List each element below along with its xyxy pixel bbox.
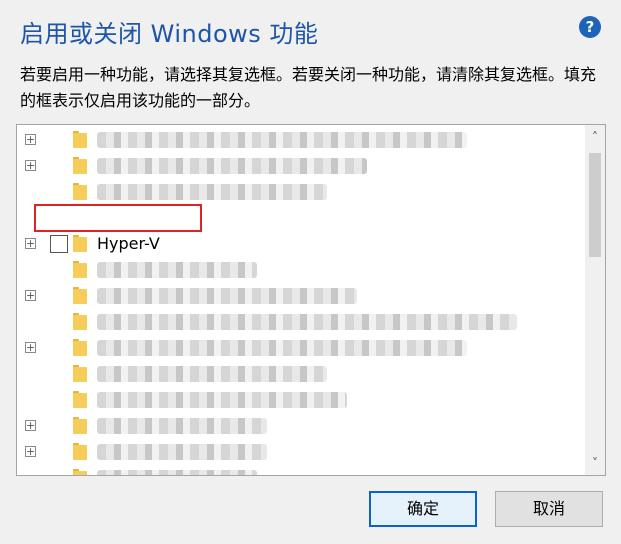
cancel-button[interactable]: 取消 <box>495 491 603 527</box>
hyper-v-highlight-box <box>34 204 202 232</box>
feature-row[interactable]: + <box>17 127 585 153</box>
redacted-feature-label <box>97 314 517 330</box>
folder-icon <box>73 183 87 200</box>
folder-icon <box>73 261 87 278</box>
feature-row[interactable]: + <box>17 283 585 309</box>
expand-icon[interactable]: + <box>25 342 36 353</box>
dialog-description: 若要启用一种功能，请选择其复选框。若要关闭一种功能，请清除其复选框。填充的框表示… <box>20 65 597 110</box>
feature-checkbox[interactable] <box>50 235 68 253</box>
redacted-feature-label <box>97 184 327 200</box>
redacted-feature-label <box>97 288 357 304</box>
expand-icon[interactable]: + <box>25 446 36 457</box>
redacted-feature-label <box>97 262 257 278</box>
feature-list[interactable]: + + + Hyper-V + + + + ˄ ˅ <box>16 124 606 476</box>
redacted-feature-label <box>97 132 467 148</box>
feature-rows: + + + Hyper-V + + + + <box>17 125 585 475</box>
help-icon[interactable]: ? <box>579 16 601 38</box>
scrollbar[interactable]: ˄ ˅ <box>585 125 605 475</box>
folder-icon <box>73 339 87 356</box>
redacted-feature-label <box>97 444 267 460</box>
folder-icon <box>73 157 87 174</box>
folder-icon <box>73 313 87 330</box>
expand-icon[interactable]: + <box>25 134 36 145</box>
chevron-up-icon[interactable]: ˄ <box>585 127 605 147</box>
ok-button[interactable]: 确定 <box>369 491 477 527</box>
folder-icon <box>73 469 87 475</box>
redacted-feature-label <box>97 392 347 408</box>
feature-row[interactable] <box>17 465 585 475</box>
folder-icon <box>73 391 87 408</box>
redacted-feature-label <box>97 366 327 382</box>
feature-row[interactable] <box>17 257 585 283</box>
feature-row[interactable] <box>17 387 585 413</box>
feature-row[interactable]: + Hyper-V <box>17 231 585 257</box>
feature-row[interactable] <box>17 361 585 387</box>
chevron-down-icon[interactable]: ˅ <box>585 453 605 473</box>
expand-icon[interactable]: + <box>25 420 36 431</box>
dialog-title: 启用或关闭 Windows 功能 <box>20 20 319 48</box>
redacted-feature-label <box>97 418 267 434</box>
feature-row[interactable] <box>17 179 585 205</box>
expand-icon[interactable]: + <box>25 238 36 249</box>
folder-icon <box>73 131 87 148</box>
redacted-feature-label <box>97 158 367 174</box>
folder-icon <box>73 365 87 382</box>
folder-icon <box>73 235 87 252</box>
expand-icon[interactable]: + <box>25 160 36 171</box>
folder-icon <box>73 443 87 460</box>
feature-row[interactable]: + <box>17 153 585 179</box>
expand-icon[interactable]: + <box>25 290 36 301</box>
feature-label: Hyper-V <box>97 234 160 253</box>
feature-row[interactable]: + <box>17 413 585 439</box>
feature-row[interactable]: + <box>17 335 585 361</box>
redacted-feature-label <box>97 470 257 475</box>
redacted-feature-label <box>97 340 467 356</box>
folder-icon <box>73 417 87 434</box>
feature-row[interactable]: + <box>17 439 585 465</box>
folder-icon <box>73 287 87 304</box>
scroll-thumb[interactable] <box>589 153 601 257</box>
feature-row[interactable] <box>17 309 585 335</box>
